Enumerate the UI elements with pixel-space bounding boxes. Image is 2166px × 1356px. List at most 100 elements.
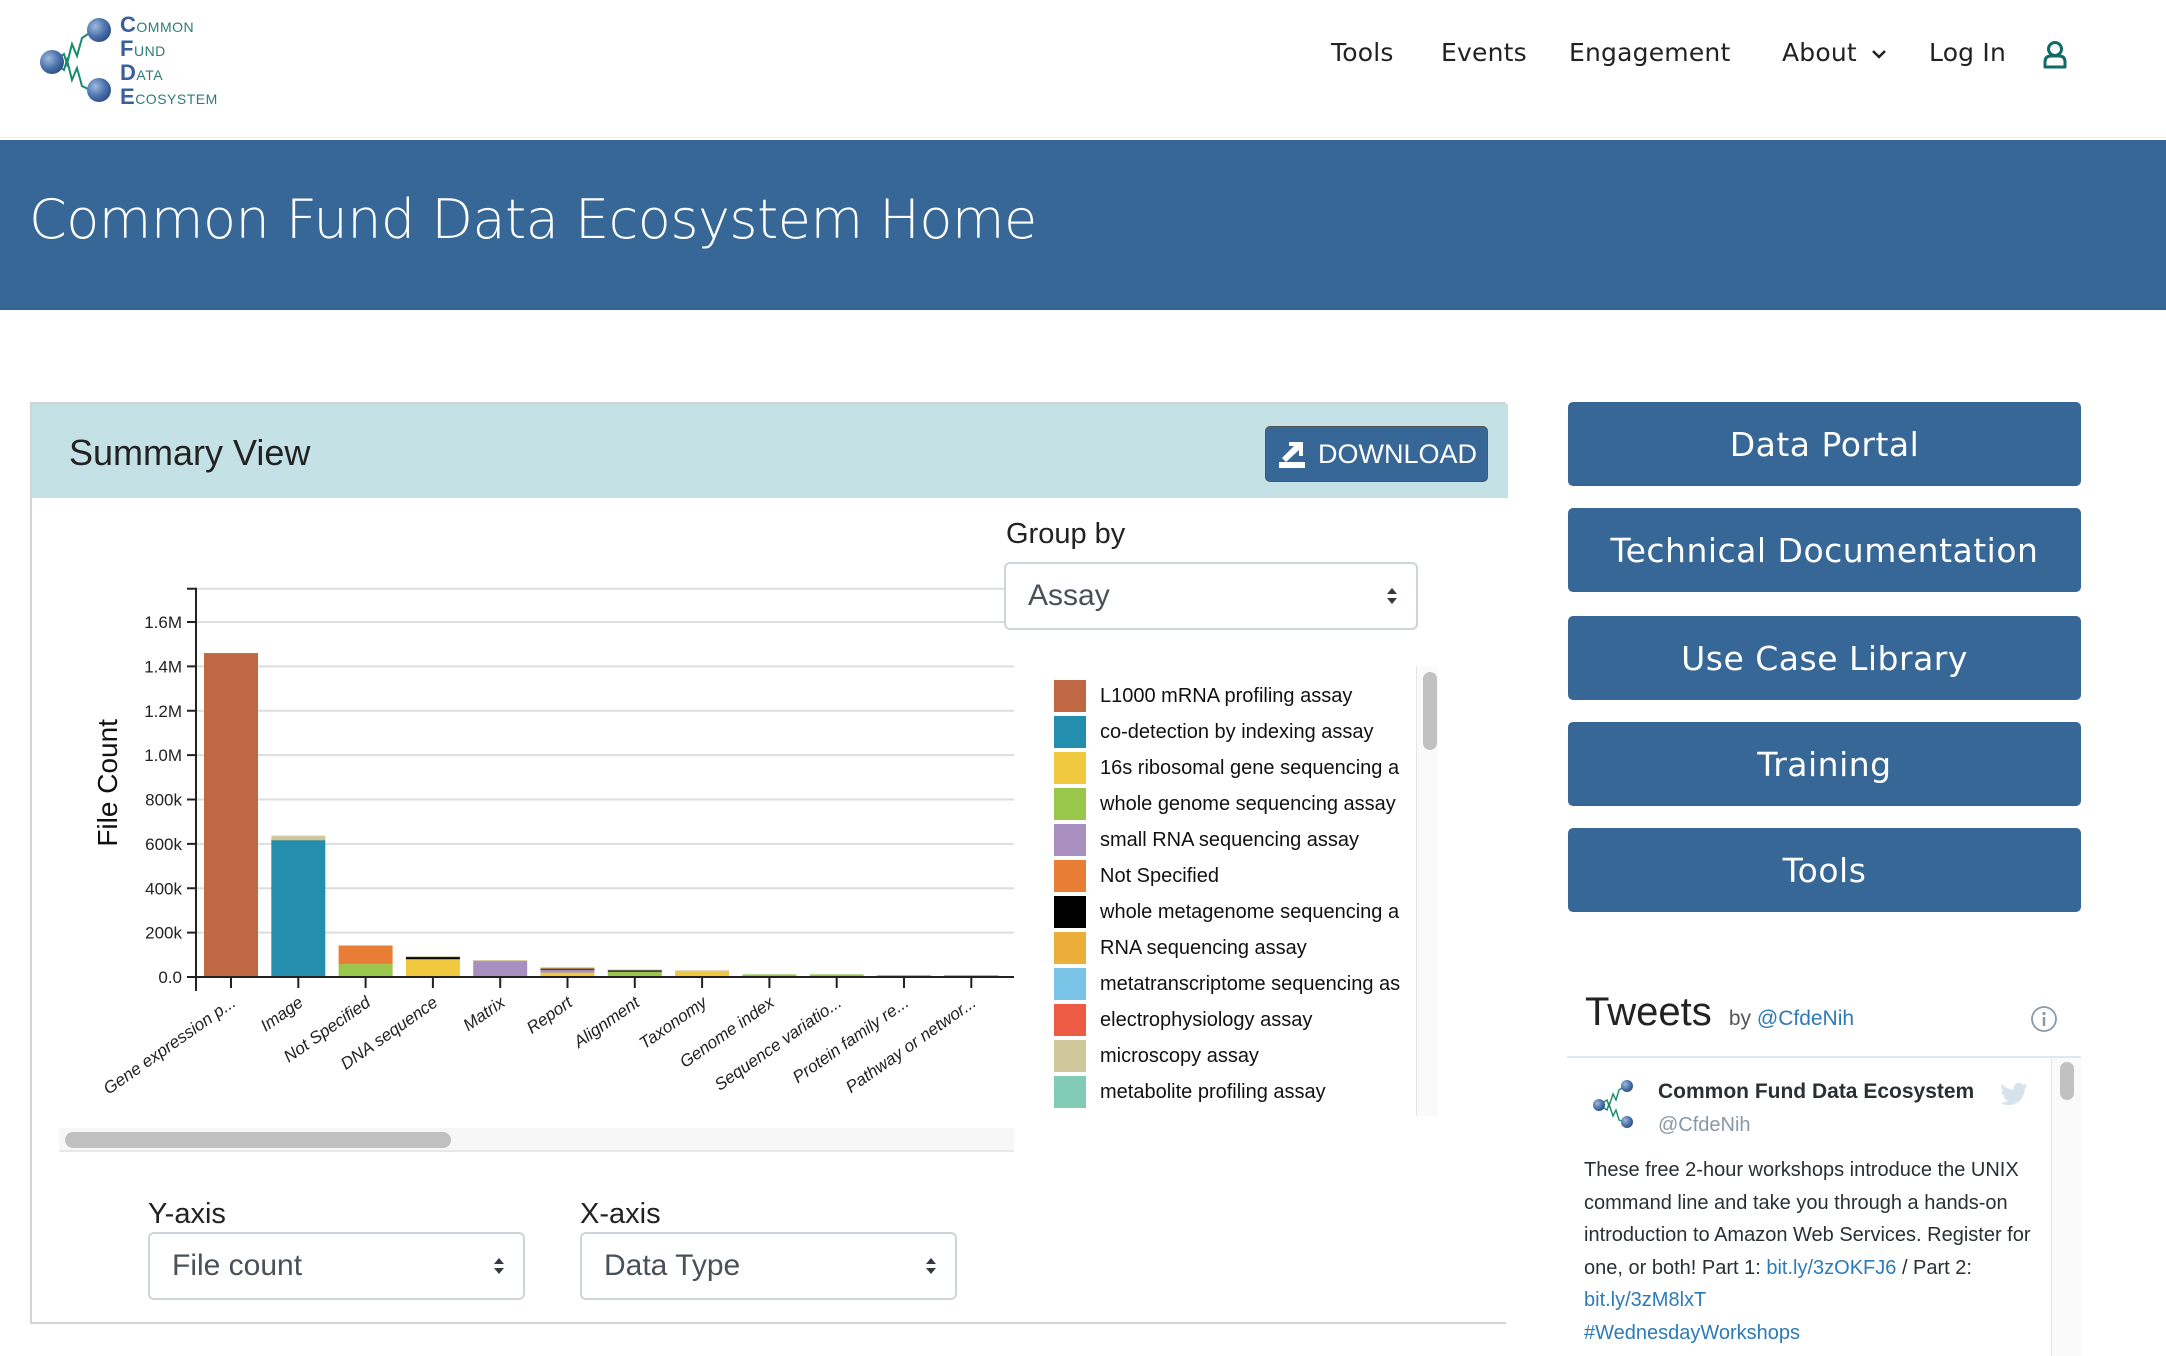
summary-view-title: Summary View bbox=[69, 432, 311, 473]
legend-item[interactable]: microscopy assay bbox=[1054, 1040, 1259, 1072]
y-axis-value: File count bbox=[172, 1249, 303, 1282]
x-axis-select[interactable]: Data Type bbox=[580, 1232, 957, 1300]
bar-segment bbox=[607, 969, 662, 971]
top-navbar: COMMON FUND DATA ECOSYSTEM Tools Events … bbox=[0, 0, 2166, 138]
legend-item[interactable]: electrophysiology assay bbox=[1054, 1004, 1312, 1036]
legend-item[interactable]: whole metagenome sequencing a bbox=[1054, 896, 1399, 928]
legend-label: L1000 mRNA profiling assay bbox=[1100, 684, 1353, 707]
legend-item[interactable]: whole genome sequencing assay bbox=[1054, 788, 1396, 820]
chart-area: 0.0 200k 400k 600k 800k 1.0M 1.2M 1.4M 1.6M File … bbox=[59, 514, 1014, 1126]
tweet-link-part-2[interactable]: bit.ly/3zM8lxT bbox=[1584, 1289, 1706, 1311]
legend-swatch bbox=[1054, 680, 1086, 712]
info-icon[interactable] bbox=[2030, 1005, 2058, 1033]
legend-label: Not Specified bbox=[1100, 864, 1219, 887]
bar-segment bbox=[877, 975, 931, 977]
data-portal-button[interactable]: Data Portal bbox=[1568, 402, 2081, 486]
tweet-author-handle[interactable]: @CfdeNih bbox=[1658, 1114, 1751, 1137]
tweet-author-name[interactable]: Common Fund Data Ecosystem bbox=[1658, 1080, 1974, 1104]
bar-segment bbox=[540, 969, 595, 973]
y-tick-label: 600k bbox=[145, 835, 182, 854]
legend-swatch bbox=[1054, 752, 1086, 784]
legend-item[interactable]: 16s ribosomal gene sequencing a bbox=[1054, 752, 1399, 784]
legend-label: metabolite profiling assay bbox=[1100, 1080, 1326, 1103]
chart-horizontal-scrollbar[interactable] bbox=[59, 1128, 1014, 1152]
bar-segment bbox=[405, 957, 460, 960]
group-by-label: Group by bbox=[1006, 518, 1126, 550]
x-tick-label: Alignment bbox=[569, 992, 644, 1052]
tweets-header: Tweets by @CfdeNih bbox=[1585, 990, 1854, 1035]
chevron-down-icon bbox=[1872, 50, 1886, 59]
y-tick-label: 1.6M bbox=[144, 613, 182, 632]
legend-scroll-thumb[interactable] bbox=[1423, 672, 1437, 750]
group-by-value: Assay bbox=[1028, 579, 1110, 612]
y-tick-label: 200k bbox=[145, 924, 182, 943]
tweets-handle-link[interactable]: @CfdeNih bbox=[1757, 1007, 1854, 1030]
x-axis-value: Data Type bbox=[604, 1249, 741, 1282]
tools-button[interactable]: Tools bbox=[1568, 828, 2081, 912]
x-axis-label: X-axis bbox=[580, 1198, 661, 1230]
legend-label: whole genome sequencing assay bbox=[1100, 792, 1396, 815]
nav-events[interactable]: Events bbox=[1441, 38, 1527, 67]
tweet-scroll-thumb[interactable] bbox=[2060, 1062, 2074, 1100]
training-button[interactable]: Training bbox=[1568, 722, 2081, 806]
logo-molecule-icon bbox=[40, 18, 111, 102]
y-tick-label: 1.2M bbox=[144, 702, 182, 721]
tweets-by-text: by bbox=[1728, 1007, 1752, 1030]
nav-login[interactable]: Log In bbox=[1929, 38, 2006, 67]
nav-about[interactable]: About bbox=[1782, 38, 1887, 67]
legend-label: RNA sequencing assay bbox=[1100, 936, 1307, 959]
x-tick-label: Protein family re... bbox=[789, 993, 912, 1087]
legend-swatch bbox=[1054, 716, 1086, 748]
logo-line-2: FUND bbox=[120, 36, 166, 61]
legend-item[interactable]: L1000 mRNA profiling assay bbox=[1054, 680, 1352, 712]
user-icon[interactable] bbox=[2042, 40, 2068, 70]
bar-segment bbox=[271, 840, 326, 977]
download-label: DOWNLOAD bbox=[1318, 438, 1478, 469]
legend-item[interactable]: metatranscriptome sequencing as bbox=[1054, 968, 1400, 1000]
chart-legend: L1000 mRNA profiling assay co-detection b… bbox=[1016, 666, 1450, 1116]
y-axis-select[interactable]: File count bbox=[148, 1232, 525, 1300]
logo-line-1: COMMON bbox=[120, 12, 195, 37]
legend-swatch bbox=[1054, 932, 1086, 964]
y-tick-label: 1.0M bbox=[144, 746, 182, 765]
tweet-hashtag[interactable]: #WednesdayWorkshops bbox=[1584, 1322, 1800, 1344]
legend-label: 16s ribosomal gene sequencing a bbox=[1100, 756, 1400, 779]
legend-item[interactable]: metabolite profiling assay bbox=[1054, 1076, 1326, 1108]
legend-item[interactable]: small RNA sequencing assay bbox=[1054, 824, 1359, 856]
legend-swatch bbox=[1054, 1040, 1086, 1072]
select-arrows-icon bbox=[926, 1258, 936, 1274]
stacked-bar-chart: 0.0 200k 400k 600k 800k 1.0M 1.2M 1.4M 1.6M File … bbox=[92, 587, 1014, 1099]
legend-swatch bbox=[1054, 1076, 1086, 1108]
nav-engagement[interactable]: Engagement bbox=[1569, 38, 1730, 67]
legend-item[interactable]: co-detection by indexing assay bbox=[1054, 716, 1374, 748]
twitter-bird-icon[interactable] bbox=[1999, 1082, 2029, 1108]
bar-segment bbox=[204, 653, 258, 977]
nav-tools[interactable]: Tools bbox=[1331, 38, 1394, 67]
use-case-library-button[interactable]: Use Case Library bbox=[1568, 616, 2081, 700]
legend-item[interactable]: Not Specified bbox=[1054, 860, 1219, 892]
group-by-select[interactable]: Assay bbox=[1004, 562, 1418, 630]
chart-scroll-thumb[interactable] bbox=[65, 1132, 451, 1148]
cfde-logo[interactable]: COMMON FUND DATA ECOSYSTEM bbox=[36, 8, 226, 109]
tweet-text: These free 2-hour workshops introduce th… bbox=[1584, 1154, 2044, 1349]
tweet-scrollbar[interactable] bbox=[2051, 1058, 2081, 1356]
legend-swatch bbox=[1054, 1004, 1086, 1036]
technical-documentation-button[interactable]: Technical Documentation bbox=[1568, 508, 2081, 592]
y-tick-label: 400k bbox=[145, 879, 182, 898]
bar-segment bbox=[540, 967, 595, 969]
logo-line-3: DATA bbox=[120, 60, 164, 85]
tweet-link-part-1[interactable]: bit.ly/3zOKFJ6 bbox=[1766, 1257, 1896, 1279]
y-axis-label: Y-axis bbox=[148, 1198, 226, 1230]
bar-segment bbox=[675, 970, 730, 972]
select-arrows-icon bbox=[1387, 588, 1397, 604]
tweet-avatar-icon[interactable] bbox=[1591, 1078, 1637, 1130]
legend-swatch bbox=[1054, 824, 1086, 856]
bar-segment bbox=[338, 964, 393, 977]
legend-scrollbar[interactable] bbox=[1416, 666, 1438, 1116]
bar-segment bbox=[405, 956, 460, 958]
legend-item[interactable]: RNA sequencing assay bbox=[1054, 932, 1307, 964]
download-button[interactable]: DOWNLOAD bbox=[1265, 426, 1488, 482]
bar-segment bbox=[271, 839, 326, 841]
x-tick-label: Gene expression p... bbox=[100, 993, 239, 1099]
hero-banner: Common Fund Data Ecosystem Home bbox=[0, 140, 2166, 310]
